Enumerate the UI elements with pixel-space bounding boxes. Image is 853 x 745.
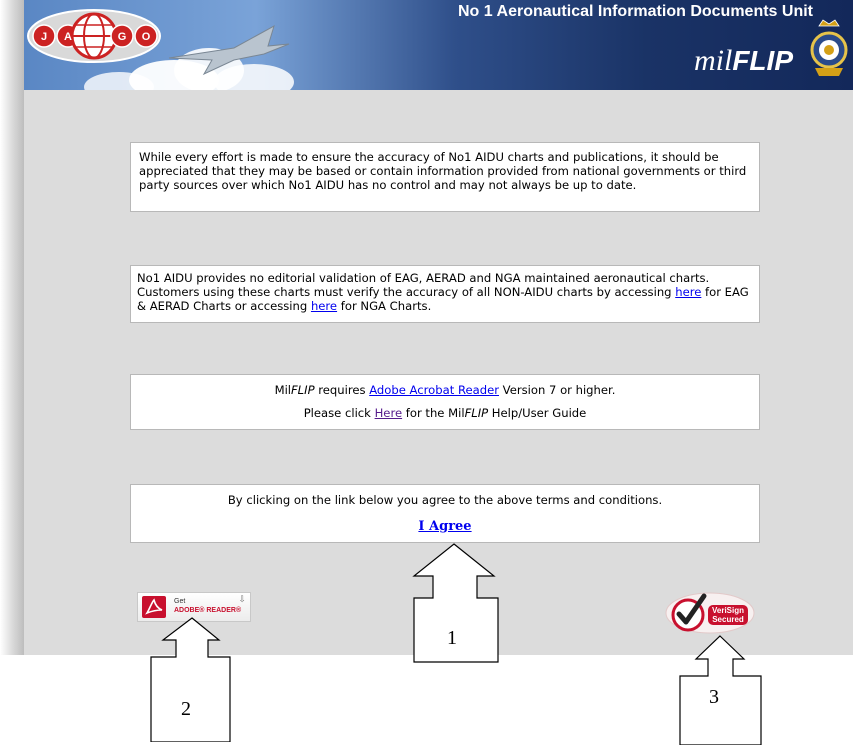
- requirement-text: requires: [314, 383, 370, 397]
- terms-text: By clicking on the link below you agree …: [227, 493, 663, 507]
- callout-number-1: 1: [447, 627, 457, 649]
- help-text-suffix: Help/User Guide: [488, 406, 587, 420]
- brand-prefix: mil: [693, 44, 733, 77]
- download-arrow-icon: ⇩: [238, 595, 246, 605]
- verisign-label-line2: Secured: [712, 615, 744, 624]
- milflip-text-italic: FLIP: [291, 383, 315, 397]
- help-text-prefix: Please click: [303, 406, 375, 420]
- requirements-box: MilFLIP requires Adobe Acrobat Reader Ve…: [130, 374, 760, 430]
- verisign-label-line1: VeriSign: [712, 606, 745, 615]
- validation-text: No1 AIDU provides no editorial validatio…: [137, 271, 753, 313]
- verisign-secured-badge[interactable]: VeriSign Secured: [664, 590, 756, 636]
- jaggo-logo-icon: J A G O: [27, 9, 161, 63]
- milflip-text-prefix: Mil: [274, 383, 292, 397]
- i-agree-link[interactable]: I Agree: [418, 520, 471, 534]
- callout-arrow-2: [150, 617, 231, 742]
- verisign-label: VeriSign Secured: [708, 605, 749, 625]
- validation-box: No1 AIDU provides no editorial validatio…: [130, 265, 760, 323]
- help-text-italic: FLIP: [464, 406, 489, 420]
- callout-arrow-3: [679, 635, 762, 745]
- logo-letter-j: J: [41, 31, 47, 43]
- milflip-brand: milFLIP: [694, 44, 793, 78]
- adobe-acrobat-reader-link[interactable]: Adobe Acrobat Reader: [369, 383, 499, 397]
- validation-text-part3: for NGA Charts.: [337, 299, 432, 313]
- help-text-mid: for the Mil: [402, 406, 465, 420]
- terms-box: By clicking on the link below you agree …: [130, 484, 760, 543]
- logo-letter-a: A: [64, 31, 72, 43]
- help-guide-line: Please click Here for the MilFLIP Help/U…: [137, 406, 753, 420]
- eag-aerad-charts-link[interactable]: here: [675, 285, 701, 299]
- header-title: No 1 Aeronautical Information Documents …: [458, 3, 813, 20]
- logo-letter-g: G: [118, 31, 127, 43]
- acrobat-requirement-line: MilFLIP requires Adobe Acrobat Reader Ve…: [137, 383, 753, 397]
- brand-suffix: FLIP: [732, 45, 793, 76]
- header-banner: J A G O No 1 Aeronautical Information Do…: [24, 0, 853, 90]
- disclaimer-text: While every effort is made to ensure the…: [139, 150, 747, 192]
- adobe-reader-text: ADOBE® READER®: [174, 607, 242, 614]
- disclaimer-box: While every effort is made to ensure the…: [130, 142, 760, 212]
- raf-crest-icon: [810, 19, 848, 76]
- nga-charts-link[interactable]: here: [311, 299, 337, 313]
- help-guide-link[interactable]: Here: [375, 406, 403, 420]
- adobe-get-text: Get: [174, 598, 186, 605]
- callout-number-3: 3: [709, 686, 719, 708]
- logo-letter-o: O: [142, 31, 151, 43]
- callout-number-2: 2: [181, 698, 191, 720]
- validation-text-part1: No1 AIDU provides no editorial validatio…: [137, 271, 710, 299]
- jet-aircraft-icon: [168, 24, 290, 76]
- requirement-version-text: Version 7 or higher.: [499, 383, 616, 397]
- left-gradient-strip: [0, 0, 24, 655]
